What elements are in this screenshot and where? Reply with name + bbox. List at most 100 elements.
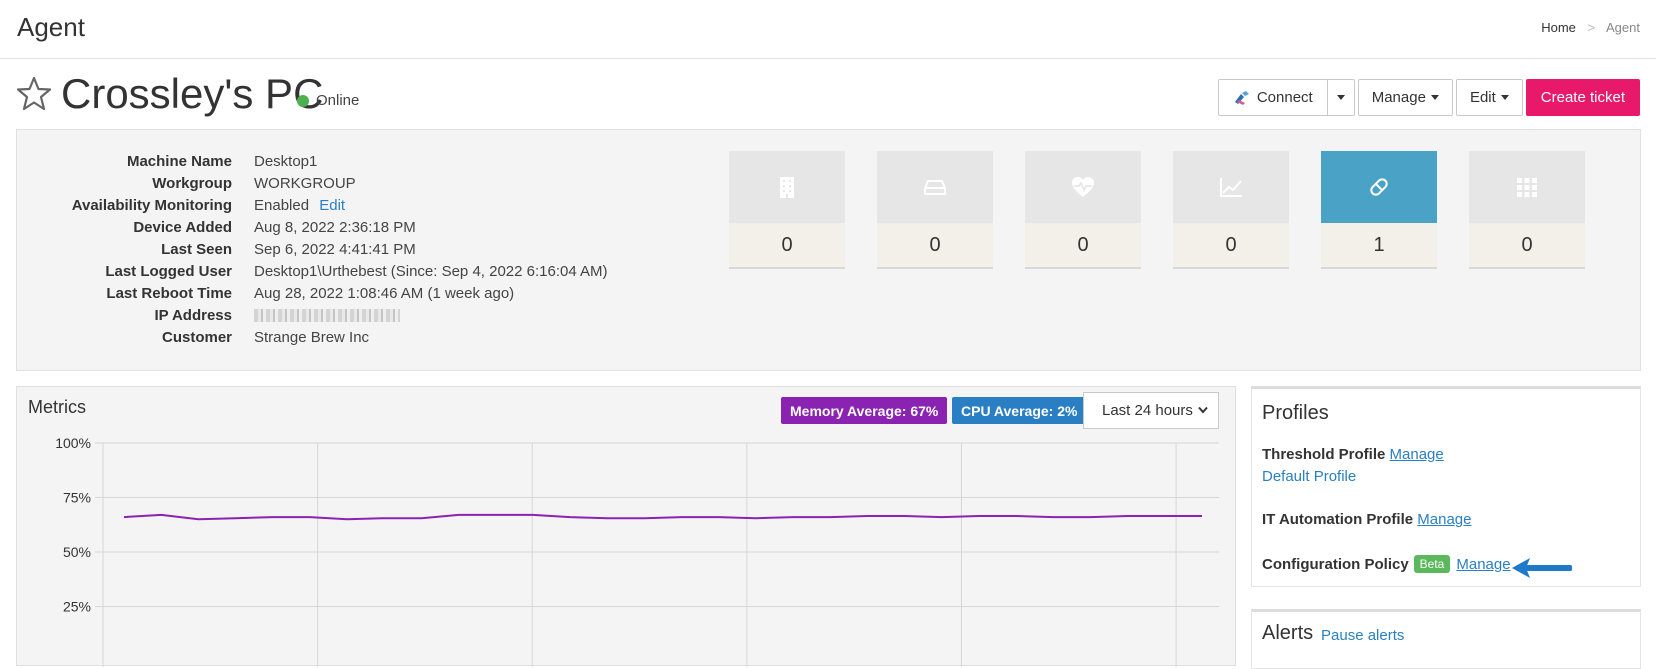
tile-count: 0: [1469, 223, 1585, 267]
breadcrumb-home-link[interactable]: Home: [1541, 20, 1576, 35]
beta-badge: Beta: [1413, 555, 1451, 573]
status-indicator: Online: [297, 92, 359, 109]
info-row-ip-address: IP Address: [17, 304, 608, 326]
alerts-panel: Alerts Pause alerts: [1251, 609, 1641, 669]
memory-series-line: [123, 513, 1202, 521]
customer-link[interactable]: Strange Brew Inc: [254, 329, 369, 346]
metrics-panel: Metrics Memory Average: 67% CPU Average:…: [16, 386, 1236, 667]
info-value: Aug 8, 2022 2:36:18 PM: [254, 218, 416, 236]
metrics-chart: 100% 75% 50% 25%: [55, 437, 1219, 667]
info-value: Desktop1: [254, 152, 318, 170]
info-label: Workgroup: [152, 174, 232, 192]
memory-average-badge: Memory Average: 67%: [781, 397, 948, 424]
caret-down-icon: [1430, 95, 1439, 100]
action-toolbar: Connect Manage Edit Create ticket: [1217, 79, 1640, 116]
it-automation-label: IT Automation Profile: [1262, 511, 1414, 528]
it-automation-manage-link[interactable]: Manage: [1417, 511, 1471, 528]
info-label: Device Added: [133, 218, 232, 236]
y-tick-label: 75%: [63, 490, 91, 506]
configuration-manage-link[interactable]: Manage: [1456, 556, 1510, 573]
tile-count: 0: [877, 223, 993, 267]
drive-icon: [924, 180, 946, 195]
cpu-average-badge: CPU Average: 2%: [952, 397, 1087, 424]
profiles-panel: Profiles Threshold Profile Manage Defaul…: [1251, 386, 1641, 587]
pointer-arrow-icon: [1512, 558, 1572, 578]
info-row-device-added: Device Added Aug 8, 2022 2:36:18 PM: [17, 216, 608, 238]
building-icon: [780, 177, 794, 198]
threshold-manage-link[interactable]: Manage: [1390, 446, 1444, 463]
info-label: Last Logged User: [105, 262, 232, 280]
profiles-title: Profiles: [1262, 402, 1329, 424]
top-bar: Agent Home > Agent: [0, 0, 1656, 59]
grid-icon: [1517, 178, 1537, 197]
alerts-title: Alerts: [1262, 622, 1314, 644]
chevron-down-icon: [1198, 406, 1208, 414]
time-range-select[interactable]: Last 24 hours: [1083, 392, 1219, 429]
tile-grid[interactable]: 0: [1469, 151, 1585, 269]
info-label: IP Address: [154, 306, 232, 324]
y-tick-label: 25%: [63, 599, 91, 615]
create-ticket-button[interactable]: Create ticket: [1525, 79, 1640, 116]
tile-building[interactable]: 0: [729, 151, 845, 269]
threshold-profile-label: Threshold Profile: [1262, 446, 1386, 463]
tile-heartbeat[interactable]: 0: [1025, 151, 1141, 269]
info-value: WORKGROUP: [254, 174, 356, 192]
trend-chart-icon: [1220, 178, 1242, 197]
info-row-machine-name: Machine Name Desktop1: [17, 150, 608, 172]
edit-button[interactable]: Edit: [1455, 79, 1523, 116]
tile-count: 1: [1321, 223, 1437, 267]
caret-down-icon: [1500, 95, 1509, 100]
info-row-workgroup: Workgroup WORKGROUP: [17, 172, 608, 194]
info-value: Aug 28, 2022 1:08:46 AM (1 week ago): [254, 284, 515, 302]
breadcrumb-separator: >: [1587, 20, 1596, 35]
info-value: [254, 307, 400, 324]
info-label: Machine Name: [126, 152, 232, 170]
metrics-title: Metrics: [28, 397, 86, 417]
threshold-profile-value-row: Default Profile: [1262, 468, 1356, 485]
availability-value: Enabled: [254, 196, 310, 214]
heartbeat-icon: [1072, 177, 1094, 197]
connect-dropdown-button[interactable]: [1327, 79, 1355, 116]
info-label: Customer: [161, 328, 232, 346]
tile-trend[interactable]: 0: [1173, 151, 1289, 269]
info-value: Enabled Edit: [254, 197, 345, 214]
tile-count: 0: [1173, 223, 1289, 267]
configuration-policy-row: Configuration Policy Beta Manage: [1262, 555, 1511, 573]
info-row-last-reboot: Last Reboot Time Aug 28, 2022 1:08:46 AM…: [17, 282, 608, 304]
connect-label: Connect: [1256, 89, 1313, 106]
edit-label: Edit: [1469, 89, 1496, 106]
info-row-last-seen: Last Seen Sep 6, 2022 4:41:41 PM: [17, 238, 608, 260]
info-row-availability: Availability Monitoring Enabled Edit: [17, 194, 608, 216]
availability-edit-link[interactable]: Edit: [319, 197, 345, 214]
tile-patch[interactable]: 1: [1321, 151, 1437, 269]
default-profile-link[interactable]: Default Profile: [1262, 468, 1356, 485]
favorite-star-icon[interactable]: [16, 76, 52, 112]
page-title: Agent: [17, 12, 85, 42]
info-label: Last Reboot Time: [106, 284, 232, 302]
tile-count: 0: [729, 223, 845, 267]
y-tick-label: 100%: [55, 437, 91, 451]
info-label: Availability Monitoring: [71, 196, 232, 214]
info-value: Sep 6, 2022 4:41:41 PM: [254, 240, 416, 258]
patch-icon: [1370, 178, 1388, 196]
tile-count: 0: [1025, 223, 1141, 267]
breadcrumb-current: Agent: [1606, 20, 1640, 35]
connect-button[interactable]: Connect: [1217, 79, 1328, 116]
manage-button[interactable]: Manage: [1357, 79, 1453, 116]
device-name: Crossley's PC: [61, 70, 324, 117]
breadcrumb: Home > Agent: [1541, 20, 1640, 35]
redacted-ip: [254, 309, 400, 323]
y-tick-label: 50%: [63, 544, 91, 560]
info-row-customer: Customer Strange Brew Inc: [17, 326, 608, 348]
info-label: Last Seen: [161, 240, 232, 258]
pause-alerts-link[interactable]: Pause alerts: [1321, 627, 1404, 644]
tile-drive[interactable]: 0: [877, 151, 993, 269]
manage-label: Manage: [1371, 89, 1426, 106]
it-automation-row: IT Automation Profile Manage: [1262, 511, 1472, 528]
status-dot-icon: [297, 94, 309, 107]
info-value: Desktop1\Urthebest (Since: Sep 4, 2022 6…: [254, 262, 608, 280]
caret-down-icon: [1336, 95, 1345, 100]
time-range-value: Last 24 hours: [1102, 402, 1193, 419]
info-row-last-user: Last Logged User Desktop1\Urthebest (Sin…: [17, 260, 608, 282]
threshold-profile-row: Threshold Profile Manage: [1262, 446, 1444, 463]
